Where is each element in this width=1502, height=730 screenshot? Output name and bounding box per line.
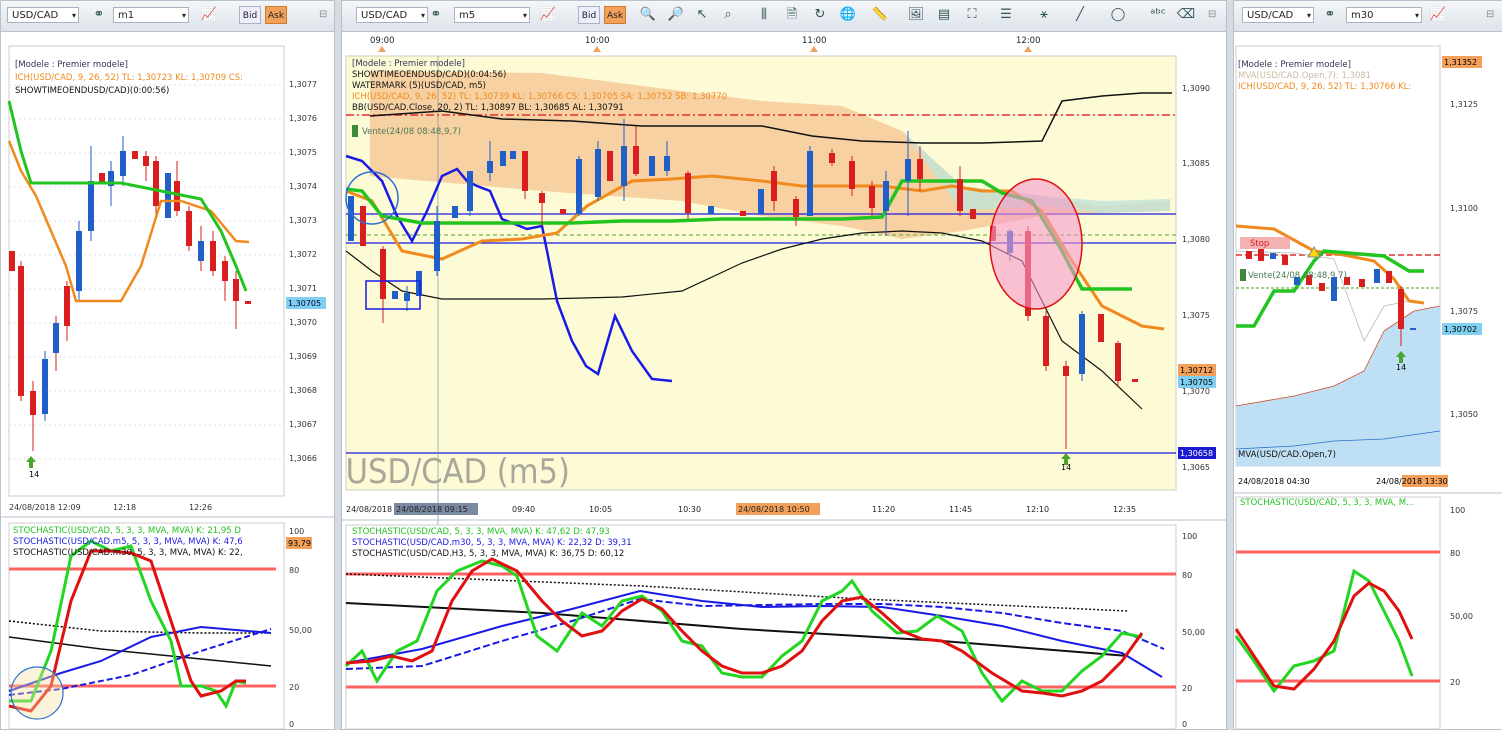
- price-label: 1,3070: [289, 318, 317, 327]
- stop-label: Stop: [1250, 239, 1269, 249]
- price-label: 1,3085: [1182, 159, 1210, 168]
- bb-legend: BB(USD/CAD.Close, 20, 2) TL: 1,30897 BL:…: [352, 103, 624, 113]
- stoch-scale: 20: [289, 683, 299, 692]
- price-label: 1,3066: [289, 454, 317, 463]
- time-label: 10:30: [678, 505, 701, 514]
- stoch-scale: 50,00: [1450, 612, 1473, 621]
- ich-legend: ICH(USD/CAD, 9, 26, 52) TL: 1,30766 KL:: [1238, 82, 1411, 92]
- vente-label: Vente(24/08 08:48,9,7): [1248, 271, 1347, 281]
- price-label: 1,3068: [289, 386, 317, 395]
- arrow-label: 14: [1061, 463, 1071, 472]
- price-label: 1,3073: [289, 216, 317, 225]
- price-axis-m1: 1,3077 1,3076 1,3075 1,3074 1,3073 1,307…: [289, 80, 317, 463]
- price-label: 1,3090: [1182, 84, 1210, 93]
- price-label: 1,3125: [1450, 100, 1478, 109]
- showtime-legend: SHOWTIMEOENDUSD/CAD)(0:00:56): [15, 86, 169, 96]
- stoch-scale: 80: [289, 566, 299, 575]
- price-label: 1,3050: [1450, 410, 1478, 419]
- price-label: 1,3065: [1182, 463, 1210, 472]
- stoch-scale: 20: [1182, 684, 1192, 693]
- vente-label: Vente(24/08 08:48,9,7): [362, 127, 461, 137]
- chart-m1-canvas: 1,3077 1,3076 1,3075 1,3074 1,3073 1,307…: [1, 45, 334, 729]
- time-label: 11:20: [872, 505, 895, 514]
- time-label: 24/08/2018: [346, 505, 392, 514]
- model-label: [Modele : Premier modele]: [1238, 60, 1351, 70]
- price-label: 1,3080: [1182, 235, 1210, 244]
- price-label: 1,3072: [289, 250, 317, 259]
- time-label: 24/08/2018 09:15: [396, 505, 468, 514]
- chart-m5-canvas: 09:00 10:00 11:00 12:00 [Modele: Premie…: [342, 36, 1226, 729]
- stoch-legend-3: STOCHASTIC(USD/CAD.H3, 5, 3, 3, MVA, MVA…: [352, 549, 624, 559]
- stoch-scale: 100: [289, 527, 304, 536]
- price-tag-1: 1,30712: [1180, 366, 1213, 375]
- price-label: 1,3075: [1182, 311, 1210, 320]
- time-label: 24/08/2018 13:30: [1376, 477, 1448, 486]
- watermark-legend: WATERMARK (5)(USD/CAD, m5): [352, 81, 486, 91]
- stoch-legend-2: STOCHASTIC(USD/CAD.m5, 5, 3, 3, MVA, MVA…: [13, 537, 243, 547]
- model-label: [Modele : Premier modele]: [15, 60, 128, 70]
- stoch-legend-1: STOCHASTIC(USD/CAD, 5, 3, 3, MVA, M...: [1240, 498, 1414, 508]
- chart-window-m1: USD/CAD ▾ ⚭ m1 ▾ 📈 Bid Ask ⊟ 1,3077 1,30…: [0, 0, 335, 730]
- stoch-legend-3: STOCHASTIC(USD/CAD.m30, 5, 3, 3, MVA, MV…: [13, 548, 243, 558]
- time-label: 12:35: [1113, 505, 1136, 514]
- price-label: 1,3067: [289, 420, 317, 429]
- price-label: 1,3077: [289, 80, 317, 89]
- time-label: 09:40: [512, 505, 535, 514]
- price-label: 1,3069: [289, 352, 317, 361]
- current-price-tag: 1,30705: [288, 299, 321, 308]
- price-label: 1,3076: [289, 114, 317, 123]
- current-price-tag: 1,30702: [1444, 325, 1477, 334]
- top-time-label: 12:00: [1016, 36, 1041, 46]
- price-label: 1,3071: [289, 284, 317, 293]
- time-label: 24/08/2018 12:09: [9, 503, 81, 512]
- stoch-scale: 100: [1182, 532, 1197, 541]
- chart-window-m30: USD/CAD ▾ ⚭ m30 ▾ 📈 ⊟ Stop Vente(24/08 08:…: [1233, 0, 1502, 730]
- chart-m30-canvas: Stop Vente(24/08 08:48,9,7) [Modele : Pr…: [1234, 45, 1502, 729]
- arrow-label: 14: [29, 470, 39, 479]
- stoch-current-tag: 93,79: [288, 539, 311, 548]
- mva-legend: MVA(USD/CAD.Open,7): 1,3081: [1238, 71, 1371, 81]
- time-label: 12:26: [189, 503, 212, 512]
- price-label: 1,3100: [1450, 204, 1478, 213]
- price-label: 1,3070: [1182, 387, 1210, 396]
- price-tag-2: 1,30705: [1180, 378, 1213, 387]
- showtime-legend: SHOWTIMEOENDUSD/CAD)(0:04:56): [352, 70, 506, 80]
- stoch-scale: 80: [1450, 549, 1460, 558]
- price-label: 1,3075: [289, 148, 317, 157]
- price-label: 1,3075: [1450, 307, 1478, 316]
- stoch-scale: 20: [1450, 678, 1460, 687]
- arrow-label: 14: [1396, 363, 1406, 372]
- price-label: 1,3074: [289, 182, 317, 191]
- time-label: 11:45: [949, 505, 972, 514]
- top-price-tag: 1,31352: [1444, 58, 1477, 67]
- time-label: 24/08/2018 04:30: [1238, 477, 1310, 486]
- stoch-scale: 100: [1450, 506, 1465, 515]
- mva-bottom-label: MVA(USD/CAD.Open,7): [1238, 450, 1336, 460]
- time-label: 12:18: [113, 503, 136, 512]
- watermark-big-label: USD/CAD (m5): [346, 451, 570, 491]
- time-axis-m1: 24/08/2018 12:09 12:18 12:26: [9, 503, 212, 512]
- stoch-scale: 50,00: [289, 626, 312, 635]
- top-time-label: 09:00: [370, 36, 395, 46]
- time-label: 24/08/2018 10:50: [738, 505, 810, 514]
- stoch-legend-2: STOCHASTIC(USD/CAD.m30, 5, 3, 3, MVA, MV…: [352, 538, 632, 548]
- top-time-label: 11:00: [802, 36, 827, 46]
- stoch-legend-1: STOCHASTIC(USD/CAD, 5, 3, 3, MVA, MVA) K…: [13, 526, 241, 536]
- stoch-legend-1: STOCHASTIC(USD/CAD, 5, 3, 3, MVA, MVA) K…: [352, 527, 610, 537]
- stoch-scale: 50,00: [1182, 628, 1205, 637]
- ich-legend: ICH(USD/CAD, 9, 26, 52) TL: 1,30739 KL: …: [352, 92, 727, 102]
- model-label: [Modele : Premier modele]: [352, 59, 465, 69]
- time-label: 10:05: [589, 505, 612, 514]
- chart-window-m5: USD/CAD ▾ ⚭ m5 ▾ 📈 Bid Ask 🔍 🔎 ↖ ⌕ ⫼ 🗎 ↻ 🌐…: [341, 0, 1227, 730]
- time-label: 12:10: [1026, 505, 1049, 514]
- ich-legend: ICH(USD/CAD, 9, 26, 52) TL: 1,30723 KL: …: [15, 73, 243, 83]
- stoch-scale: 80: [1182, 571, 1192, 580]
- price-tag-3: 1,30658: [1180, 449, 1213, 458]
- top-time-label: 10:00: [585, 36, 610, 46]
